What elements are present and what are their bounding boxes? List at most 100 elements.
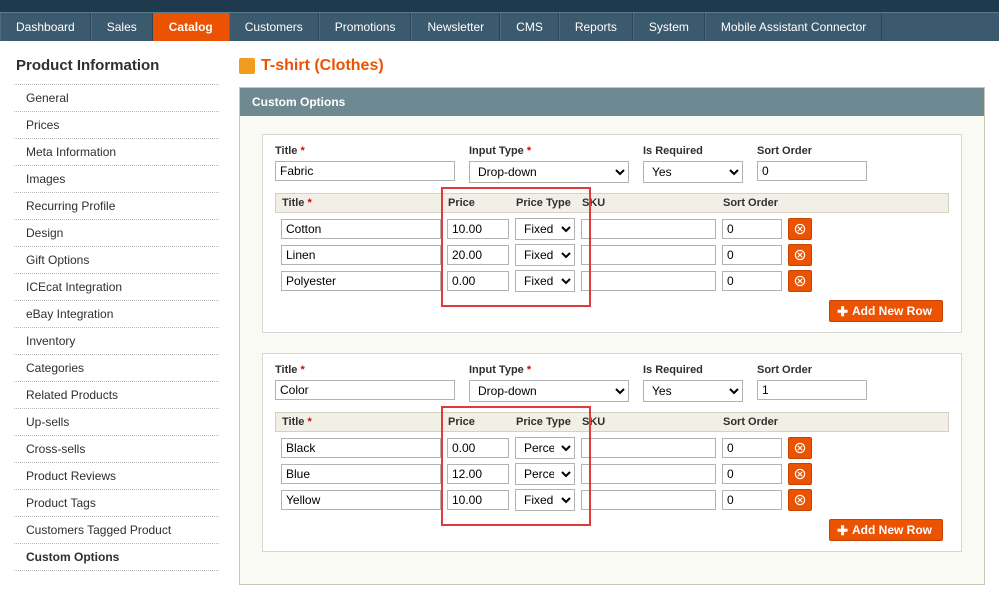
row-sort-order-input[interactable] [722,464,782,484]
nav-item-promotions[interactable]: Promotions [319,13,412,41]
col-price-type: Price Type [516,416,576,428]
row-sku-input[interactable] [581,438,716,458]
plus-icon: ✚ [837,305,848,318]
col-sku: SKU [582,416,717,428]
row-price-type-select[interactable]: Fixed [515,218,575,240]
row-price-input[interactable] [447,219,509,239]
row-title-input[interactable] [281,490,441,510]
col-price-type: Price Type [516,197,576,209]
nav-item-system[interactable]: System [633,13,705,41]
row-price-type-select[interactable]: Fixed [515,270,575,292]
row-title-input[interactable] [281,438,441,458]
label-input-type: Input Type * [469,145,629,157]
header-strip [0,0,999,12]
sidebar-item-design[interactable]: Design [14,220,219,247]
sidebar-item-recurring-profile[interactable]: Recurring Profile [14,193,219,220]
add-row-button[interactable]: ✚ Add New Row [829,519,943,541]
label-is-required: Is Required [643,145,743,157]
sidebar-item-product-tags[interactable]: Product Tags [14,490,219,517]
row-sku-input[interactable] [581,271,716,291]
nav-item-newsletter[interactable]: Newsletter [411,13,500,41]
row-title-input[interactable] [281,271,441,291]
row-title-input[interactable] [281,464,441,484]
nav-item-reports[interactable]: Reports [559,13,633,41]
row-price-type-select[interactable]: Percent [515,437,575,459]
main-nav: DashboardSalesCatalogCustomersPromotions… [0,12,999,41]
plus-icon: ✚ [837,524,848,537]
sidebar-item-product-reviews[interactable]: Product Reviews [14,463,219,490]
col-price: Price [448,197,510,209]
row-sort-order-input[interactable] [722,219,782,239]
delete-row-button[interactable] [788,489,812,511]
sidebar-item-prices[interactable]: Prices [14,112,219,139]
row-price-input[interactable] [447,464,509,484]
content-area: T-shirt (Clothes) Custom Options Title *… [239,57,985,585]
row-price-type-select[interactable]: Fixed [515,489,575,511]
sidebar-item-categories[interactable]: Categories [14,355,219,382]
sidebar-item-inventory[interactable]: Inventory [14,328,219,355]
row-price-type-select[interactable]: Fixed [515,244,575,266]
nav-item-customers[interactable]: Customers [229,13,319,41]
page-title-row: T-shirt (Clothes) [239,57,985,75]
option-input-type-select[interactable]: Drop-down [469,380,629,402]
nav-item-cms[interactable]: CMS [500,13,559,41]
label-is-required: Is Required [643,364,743,376]
sidebar-item-meta-information[interactable]: Meta Information [14,139,219,166]
row-price-type-select[interactable]: Percent [515,463,575,485]
rows-wrap: Title * Price Price Type SKU Sort Order Perce… [275,412,949,513]
nav-item-catalog[interactable]: Catalog [153,13,229,41]
delete-row-button[interactable] [788,437,812,459]
row-price-input[interactable] [447,438,509,458]
nav-item-dashboard[interactable]: Dashboard [0,13,91,41]
label-title: Title * [275,364,455,376]
row-sku-input[interactable] [581,490,716,510]
sidebar-item-related-products[interactable]: Related Products [14,382,219,409]
label-title: Title * [275,145,455,157]
sidebar-item-general[interactable]: General [14,85,219,112]
row-sku-input[interactable] [581,464,716,484]
option-title-input[interactable] [275,161,455,181]
nav-item-mobile-assistant-connector[interactable]: Mobile Assistant Connector [705,13,882,41]
option-title-input[interactable] [275,380,455,400]
col-title: Title * [282,416,442,428]
sidebar-item-up-sells[interactable]: Up-sells [14,409,219,436]
sidebar-item-customers-tagged-product[interactable]: Customers Tagged Product [14,517,219,544]
row-sku-input[interactable] [581,245,716,265]
panel-body: Title * Input Type * Is Required Sort Order… [240,116,984,584]
row-sku-input[interactable] [581,219,716,239]
option-sort-order-input[interactable] [757,380,867,400]
row-price-input[interactable] [447,245,509,265]
add-row-button[interactable]: ✚Add New Row [829,300,943,322]
delete-row-button[interactable] [788,463,812,485]
row-title-input[interactable] [281,219,441,239]
row-sort-order-input[interactable] [722,438,782,458]
delete-row-button[interactable] [788,270,812,292]
option-input-type-select[interactable]: Drop-down [469,161,629,183]
sidebar-item-gift-options[interactable]: Gift Options [14,247,219,274]
row-title-input[interactable] [281,245,441,265]
col-sort-order: Sort Order [723,416,783,428]
option-sort-order-input[interactable] [757,161,867,181]
sidebar-item-ebay-integration[interactable]: eBay Integration [14,301,219,328]
col-title: Title * [282,197,442,209]
row-price-input[interactable] [447,271,509,291]
nav-item-sales[interactable]: Sales [91,13,153,41]
row-price-input[interactable] [447,490,509,510]
option-required-select[interactable]: Yes [643,161,743,183]
label-sort-order: Sort Order [757,364,867,376]
row-sort-order-input[interactable] [722,245,782,265]
sidebar-item-custom-options[interactable]: Custom Options [14,544,219,571]
sidebar-item-icecat-integration[interactable]: ICEcat Integration [14,274,219,301]
row-sort-order-input[interactable] [722,271,782,291]
delete-row-button[interactable] [788,244,812,266]
add-row-label: Add New Row [852,523,932,537]
label-input-type: Input Type * [469,364,629,376]
sidebar-panel: GeneralPricesMeta InformationImagesRecur… [14,84,219,571]
col-price: Price [448,416,510,428]
option-row: Percent [275,461,949,487]
option-required-select[interactable]: Yes [643,380,743,402]
delete-row-button[interactable] [788,218,812,240]
row-sort-order-input[interactable] [722,490,782,510]
sidebar-item-images[interactable]: Images [14,166,219,193]
sidebar-item-cross-sells[interactable]: Cross-sells [14,436,219,463]
